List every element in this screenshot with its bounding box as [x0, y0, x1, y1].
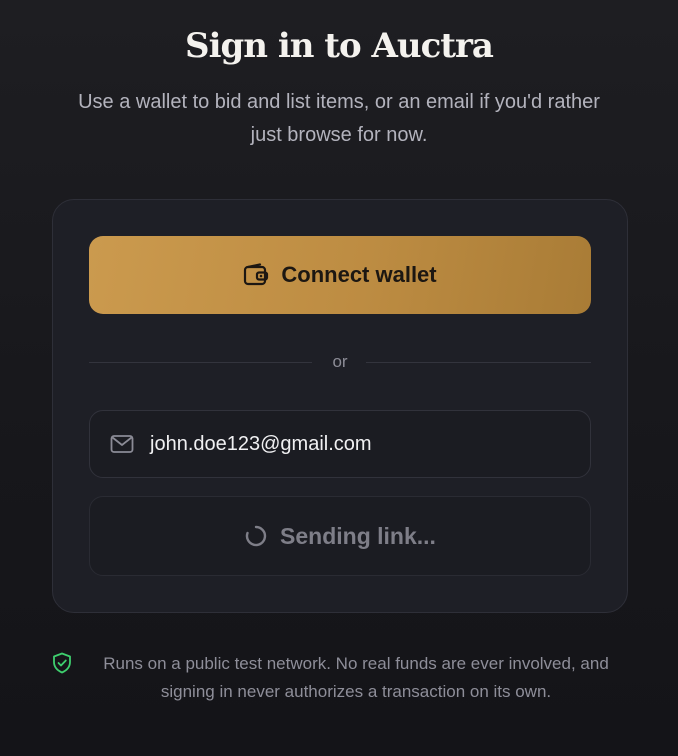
- divider-line-right: [366, 362, 591, 363]
- send-link-button[interactable]: Sending link...: [89, 496, 591, 576]
- shield-check-icon: [53, 652, 71, 674]
- or-divider: or: [89, 350, 591, 374]
- page-title: Sign in to Auctra: [185, 26, 494, 66]
- mail-icon: [110, 435, 134, 453]
- spinner-icon: [245, 525, 267, 547]
- wallet-icon: [244, 263, 269, 286]
- connect-wallet-label: Connect wallet: [281, 262, 437, 287]
- send-link-label: Sending link...: [280, 522, 436, 549]
- page-subtitle: Use a wallet to bid and list items, or a…: [78, 91, 600, 146]
- email-value: john.doe123@gmail.com: [150, 432, 372, 455]
- footer-text: Runs on a public test network. No real f…: [103, 654, 609, 701]
- sign-in-card: Connect wallet or john.doe123@gmail.com …: [52, 199, 628, 613]
- email-field[interactable]: john.doe123@gmail.com: [89, 410, 591, 478]
- connect-wallet-button[interactable]: Connect wallet: [89, 236, 591, 314]
